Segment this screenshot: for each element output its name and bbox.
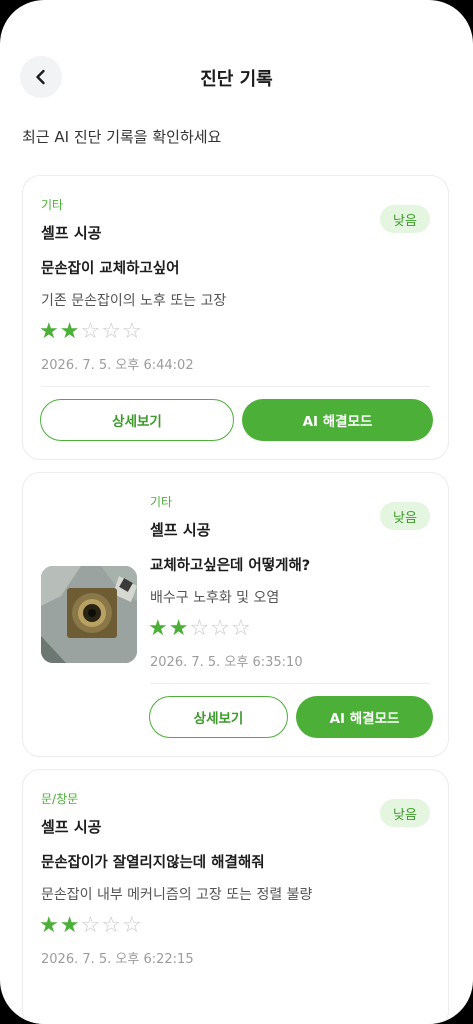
record-date: 2026. 7. 5. 오후 6:35:10 <box>150 655 303 670</box>
detail-button[interactable]: 상세보기 <box>149 696 288 738</box>
record-thumbnail <box>41 566 137 663</box>
record-card[interactable]: 문/창문 낮음 셀프 시공 문손잡이가 잘열리지않는데 해결해줘 문손잡이 내부… <box>22 769 449 1024</box>
rating-stars: ★★☆☆☆ <box>39 321 143 343</box>
star-filled-icon: ★ <box>59 319 81 344</box>
record-service: 셀프 시공 <box>41 818 102 836</box>
ai-solve-button[interactable]: AI 해결모드 <box>242 399 433 441</box>
rating-stars: ★★☆☆☆ <box>148 618 252 640</box>
detail-button[interactable]: 상세보기 <box>40 399 234 441</box>
record-category: 기타 <box>150 495 173 509</box>
record-service: 셀프 시공 <box>150 521 211 539</box>
star-empty-icon: ☆ <box>101 319 122 344</box>
star-empty-icon: ☆ <box>230 616 252 641</box>
header: 진단 기록 <box>0 54 473 100</box>
star-empty-icon: ☆ <box>210 616 231 641</box>
record-card[interactable]: 기타 낮음 셀프 시공 교체하고싶은데 어떻게해? 배수구 노후화 및 오염 ★… <box>22 472 449 757</box>
star-empty-icon: ☆ <box>80 913 102 938</box>
record-category: 문/창문 <box>41 792 79 806</box>
page-subtitle: 최근 AI 진단 기록을 확인하세요 <box>22 128 222 146</box>
record-category: 기타 <box>41 198 64 212</box>
divider <box>41 386 430 387</box>
star-filled-icon: ★ <box>59 913 81 938</box>
divider <box>150 683 430 684</box>
star-empty-icon: ☆ <box>101 913 122 938</box>
severity-badge: 낮음 <box>380 502 430 530</box>
record-question: 문손잡이가 잘열리지않는데 해결해줘 <box>41 855 265 871</box>
star-empty-icon: ☆ <box>80 319 102 344</box>
drain-photo <box>41 566 137 663</box>
record-date: 2026. 7. 5. 오후 6:44:02 <box>41 358 194 373</box>
record-diagnosis: 배수구 노후화 및 오염 <box>150 590 280 606</box>
record-diagnosis: 기존 문손잡이의 노후 또는 고장 <box>41 293 227 309</box>
star-filled-icon: ★ <box>148 616 169 641</box>
record-question: 교체하고싶은데 어떻게해? <box>150 558 311 574</box>
record-card[interactable]: 기타 낮음 셀프 시공 문손잡이 교체하고싶어 기존 문손잡이의 노후 또는 고… <box>22 175 449 460</box>
record-date: 2026. 7. 5. 오후 6:22:15 <box>41 952 194 967</box>
star-empty-icon: ☆ <box>189 616 211 641</box>
record-question: 문손잡이 교체하고싶어 <box>41 261 180 277</box>
ai-solve-button[interactable]: AI 해결모드 <box>296 696 433 738</box>
severity-badge: 낮음 <box>380 799 430 827</box>
star-filled-icon: ★ <box>39 319 60 344</box>
star-empty-icon: ☆ <box>121 319 143 344</box>
star-empty-icon: ☆ <box>121 913 143 938</box>
severity-badge: 낮음 <box>380 205 430 233</box>
page-title: 진단 기록 <box>200 69 273 90</box>
rating-stars: ★★☆☆☆ <box>39 915 143 937</box>
record-service: 셀프 시공 <box>41 224 102 242</box>
screen: 진단 기록 최근 AI 진단 기록을 확인하세요 기타 낮음 셀프 시공 문손잡… <box>0 0 473 1024</box>
star-filled-icon: ★ <box>39 913 60 938</box>
record-diagnosis: 문손잡이 내부 메커니즘의 고장 또는 정렬 불량 <box>41 887 313 903</box>
star-filled-icon: ★ <box>168 616 190 641</box>
